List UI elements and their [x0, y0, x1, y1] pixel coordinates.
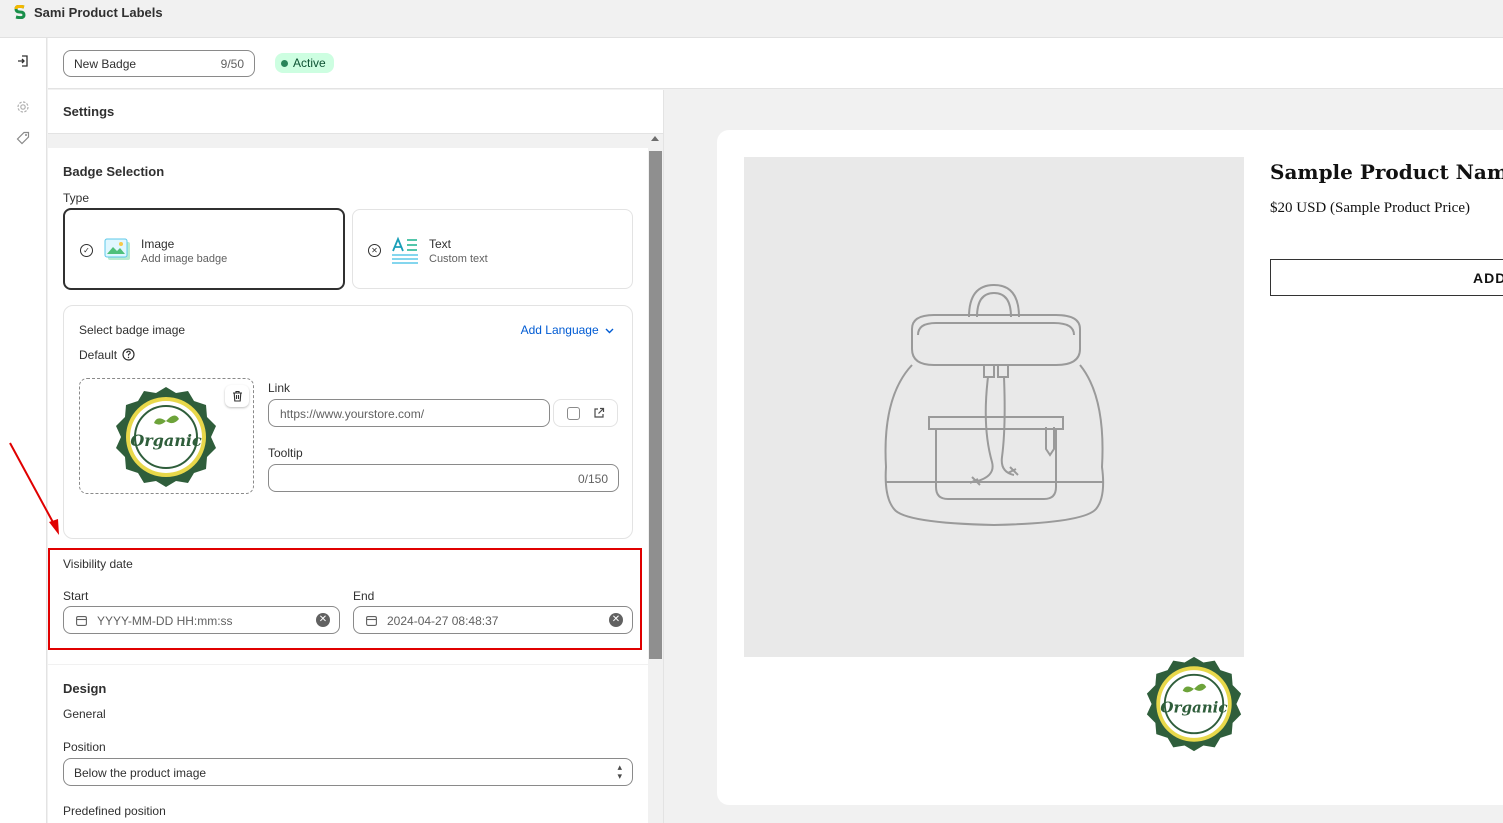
- add-to-cart-label: ADD: [1473, 270, 1503, 286]
- exit-icon[interactable]: [14, 52, 32, 70]
- general-label: General: [63, 707, 106, 721]
- settings-header: Settings: [48, 90, 664, 134]
- badge-image-dropzone[interactable]: Organic: [79, 378, 254, 494]
- visibility-date-title: Visibility date: [63, 557, 133, 571]
- product-name: Sample Product Name: [1270, 160, 1503, 184]
- status-dot-icon: [281, 59, 288, 67]
- badge-name-value: New Badge: [74, 57, 137, 71]
- gear-icon[interactable]: [14, 98, 32, 116]
- svg-text:Organic: Organic: [130, 431, 202, 450]
- add-language-label: Add Language: [520, 323, 599, 337]
- type-option-text-title: Text: [429, 237, 452, 251]
- end-label: End: [353, 589, 375, 603]
- design-card: Design General Position Below the produc…: [48, 665, 648, 823]
- tooltip-label: Tooltip: [268, 446, 303, 460]
- predefined-position-label: Predefined position: [63, 804, 166, 818]
- settings-panel[interactable]: Badge Selection Type ✓ Image Add image b…: [48, 134, 664, 823]
- settings-title: Settings: [63, 104, 115, 119]
- calendar-icon: [76, 616, 87, 626]
- start-label: Start: [63, 589, 89, 603]
- type-option-image-subtitle: Add image badge: [141, 253, 228, 265]
- start-date-placeholder: YYYY-MM-DD HH:mm:ss: [97, 614, 233, 628]
- badge-name-counter: 9/50: [220, 57, 244, 71]
- type-option-image-title: Image: [141, 237, 175, 251]
- badge-selection-card: Badge Selection Type ✓ Image Add image b…: [48, 148, 648, 664]
- default-label: Default: [79, 348, 118, 362]
- app-title: Sami Product Labels: [34, 5, 163, 20]
- chevron-down-icon: [605, 328, 614, 334]
- external-link-icon[interactable]: [593, 407, 605, 419]
- type-option-text-subtitle: Custom text: [429, 253, 488, 265]
- checked-radio-icon: ✓: [80, 244, 93, 257]
- help-icon[interactable]: [122, 348, 135, 361]
- end-date-input[interactable]: 2024-04-27 08:48:37 ✕: [353, 606, 633, 634]
- delete-image-button[interactable]: [225, 385, 249, 407]
- position-select-value: Below the product image: [74, 766, 207, 780]
- clear-start-date-icon[interactable]: ✕: [316, 613, 330, 627]
- select-badge-image-label: Select badge image: [79, 323, 186, 337]
- tag-icon[interactable]: [14, 129, 32, 147]
- backpack-icon: [884, 283, 1105, 527]
- tooltip-counter: 0/150: [577, 472, 608, 486]
- scrollbar-thumb[interactable]: [649, 151, 662, 659]
- status-badge: Active: [275, 53, 334, 73]
- side-rail: [0, 38, 47, 823]
- text-format-icon: [392, 236, 418, 264]
- link-input-value: https://www.yourstore.com/: [280, 407, 425, 421]
- organic-badge-image: Organic: [116, 387, 216, 487]
- trash-icon: [232, 390, 242, 402]
- tooltip-input[interactable]: 0/150: [268, 464, 619, 492]
- unchecked-radio-icon: ✕: [368, 244, 381, 257]
- editor-header: New Badge 9/50 Active: [48, 38, 1503, 89]
- clear-end-date-icon[interactable]: ✕: [609, 613, 623, 627]
- open-new-tab-checkbox[interactable]: [567, 407, 580, 420]
- start-date-input[interactable]: YYYY-MM-DD HH:mm:ss ✕: [63, 606, 340, 634]
- position-select[interactable]: Below the product image ▴ ▾: [63, 758, 633, 786]
- sami-logo-icon: [14, 5, 26, 19]
- add-language-button[interactable]: Add Language: [521, 323, 614, 337]
- type-option-image[interactable]: ✓ Image Add image badge: [63, 208, 345, 290]
- link-input[interactable]: https://www.yourstore.com/: [268, 399, 550, 427]
- preview-panel: Sample Product Name $20 USD (Sample Prod…: [665, 90, 1503, 823]
- type-label: Type: [63, 191, 90, 205]
- product-preview-card: Sample Product Name $20 USD (Sample Prod…: [717, 130, 1503, 805]
- organic-badge-preview: Organic: [1146, 656, 1242, 752]
- design-title: Design: [63, 681, 107, 696]
- product-price: $20 USD (Sample Product Price): [1270, 200, 1470, 216]
- scroll-up-arrow-icon[interactable]: [651, 136, 659, 141]
- link-options: [553, 399, 618, 427]
- position-label: Position: [63, 740, 106, 754]
- image-icon: [104, 238, 130, 260]
- add-to-cart-button[interactable]: ADD: [1270, 259, 1503, 296]
- badge-image-card: Select badge image Add Language Default: [63, 305, 633, 539]
- preview-badge-text: Organic: [1160, 698, 1227, 716]
- link-label: Link: [268, 381, 291, 395]
- calendar-icon: [366, 616, 377, 626]
- end-date-value: 2024-04-27 08:48:37: [387, 614, 499, 628]
- type-option-text[interactable]: ✕ Text Custom text: [352, 209, 633, 289]
- status-label: Active: [293, 56, 326, 70]
- badge-selection-title: Badge Selection: [63, 164, 165, 179]
- app-topbar: Sami Product Labels: [0, 0, 1503, 38]
- visibility-date-section: Visibility date Start End YYYY-MM-DD HH:…: [48, 548, 642, 650]
- product-image: [744, 157, 1244, 657]
- select-arrows-icon: ▴ ▾: [617, 762, 622, 781]
- badge-name-input[interactable]: New Badge 9/50: [63, 50, 255, 77]
